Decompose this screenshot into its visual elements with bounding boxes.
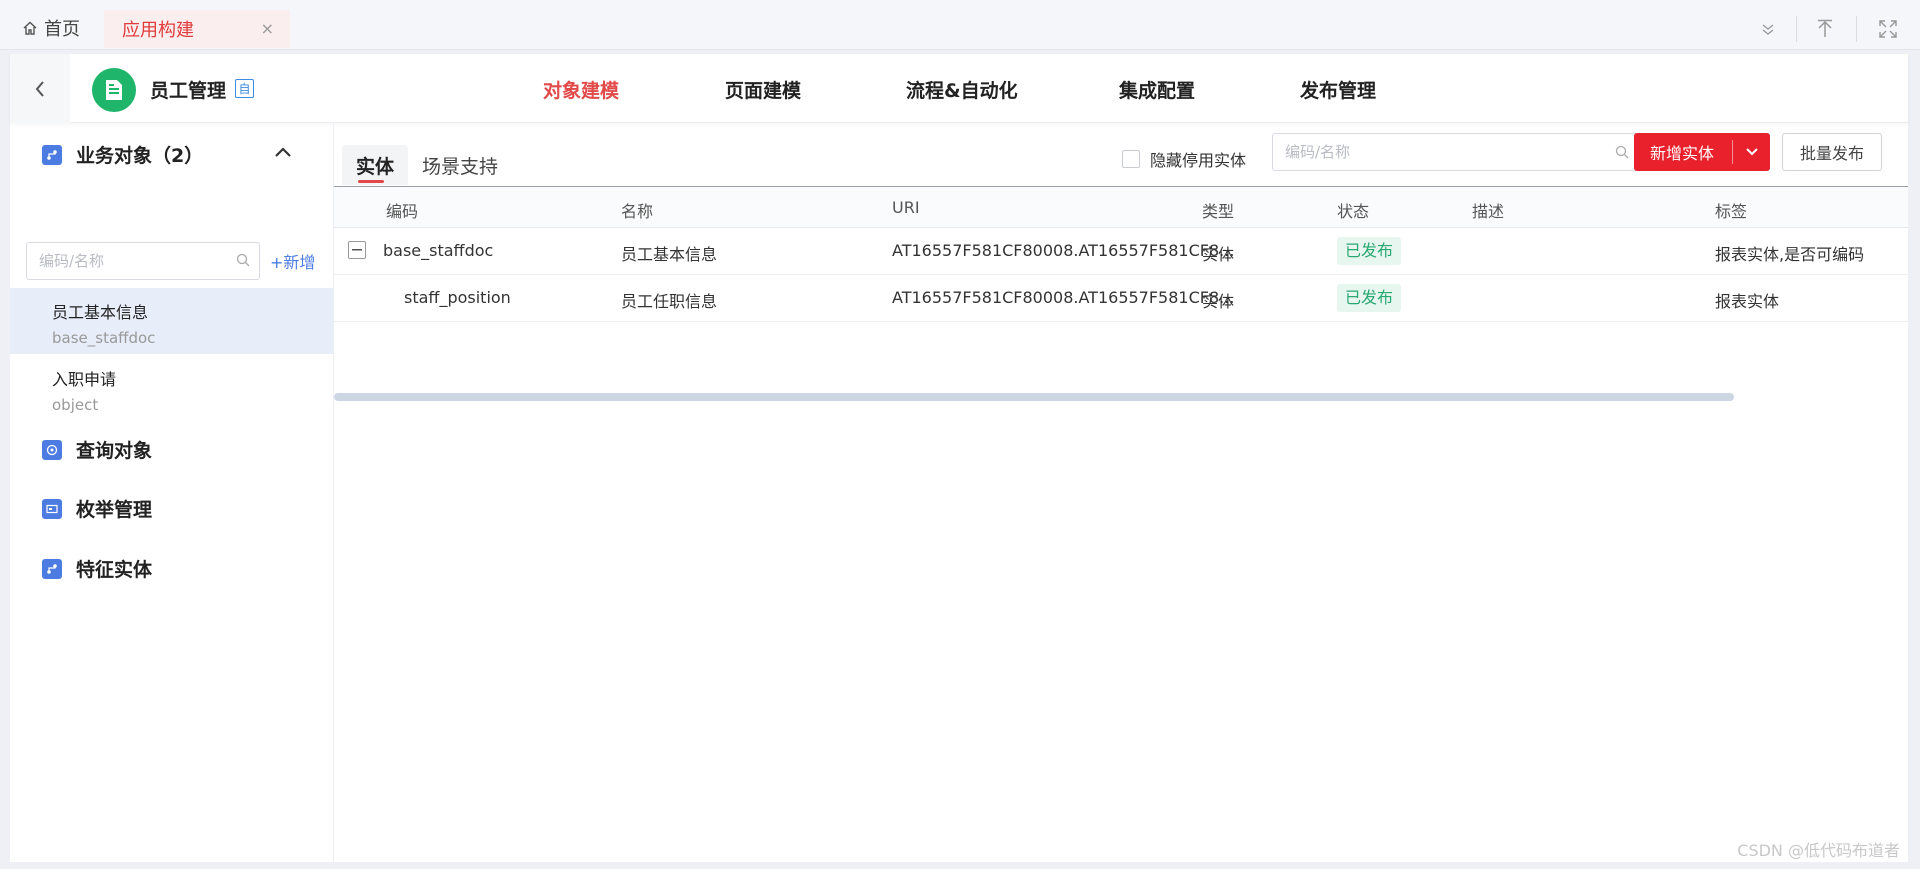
cell-uri: AT16557F581CF80008.AT16557F581CF8... — [892, 241, 1235, 260]
section-enum-management[interactable]: 枚举管理 — [42, 495, 152, 522]
nav-flow-automation[interactable]: 流程&自动化 — [906, 76, 1018, 103]
cell-type: 实体 — [1202, 245, 1235, 264]
search-placeholder: 编码/名称 — [1285, 143, 1351, 161]
home-icon — [23, 21, 37, 35]
section-query-label: 查询对象 — [76, 440, 153, 462]
search-icon — [236, 253, 250, 267]
sidebar-search-input[interactable]: 编码/名称 — [26, 242, 260, 280]
tab-app-build[interactable]: 应用构建 × — [104, 10, 290, 48]
add-entity-label: 新增实体 — [1650, 144, 1715, 163]
upload-icon[interactable] — [1816, 14, 1834, 44]
cell-name: 员工任职信息 — [621, 292, 718, 311]
sidebar-item-base-staffdoc[interactable]: 员工基本信息 base_staffdoc — [10, 288, 333, 354]
watermark: CSDN @低代码布道者 — [1737, 841, 1900, 860]
tab-app-label: 应用构建 — [122, 20, 194, 41]
collapse-row-icon[interactable] — [348, 241, 366, 259]
section-query-objects[interactable]: 查询对象 — [42, 436, 152, 463]
col-type: 类型 — [1202, 202, 1235, 221]
divider — [1856, 16, 1857, 42]
app-title: 员工管理 — [150, 80, 227, 102]
tab-entity[interactable]: 实体 — [342, 145, 409, 185]
sidebar-add-button[interactable]: +新增 — [270, 249, 315, 273]
cell-tags: 报表实体 — [1715, 292, 1780, 311]
status-badge: 已发布 — [1337, 284, 1402, 312]
search-icon — [1615, 145, 1629, 159]
batch-publish-button[interactable]: 批量发布 — [1782, 133, 1882, 171]
sidebar-item-code: object — [52, 396, 99, 414]
query-object-icon — [42, 439, 62, 460]
app-header: 员工管理 自 对象建模 页面建模 流程&自动化 集成配置 发布管理 — [10, 54, 1908, 123]
section-feature-entities[interactable]: 特征实体 — [42, 555, 152, 582]
hide-disabled-checkbox[interactable]: 隐藏停用实体 — [1122, 147, 1246, 171]
chevrons-down-icon[interactable] — [1760, 14, 1776, 44]
cell-uri: AT16557F581CF80008.AT16557F581CF8... — [892, 288, 1235, 307]
horizontal-scrollbar[interactable] — [334, 393, 1734, 401]
tab-home[interactable]: 首页 — [22, 9, 80, 47]
fullscreen-icon[interactable] — [1878, 14, 1898, 44]
main-card: 员工管理 自 对象建模 页面建模 流程&自动化 集成配置 发布管理 业务对象（2… — [10, 54, 1908, 862]
status-badge: 已发布 — [1337, 237, 1402, 265]
sidebar-add-label: 新增 — [283, 253, 316, 272]
cell-type: 实体 — [1202, 292, 1235, 311]
sidebar-item-object[interactable]: 入职申请 object — [10, 355, 333, 421]
sidebar-item-code: base_staffdoc — [52, 329, 156, 347]
table-row[interactable]: staff_position 员工任职信息 AT16557F581CF80008… — [334, 275, 1908, 322]
entity-search-input[interactable]: 编码/名称 — [1272, 133, 1640, 171]
chevron-up-icon[interactable] — [274, 143, 292, 162]
tab-bar: 首页 应用构建 × — [0, 0, 1920, 50]
app-badge: 自 — [235, 79, 254, 98]
nav-release-management[interactable]: 发布管理 — [1300, 76, 1376, 103]
back-button[interactable] — [10, 54, 70, 123]
tab-home-label: 首页 — [44, 19, 80, 40]
add-entity-button[interactable]: 新增实体 — [1634, 133, 1770, 171]
tab-scene-support[interactable]: 场景支持 — [422, 145, 498, 185]
col-code: 编码 — [386, 202, 419, 221]
app-logo — [92, 68, 136, 112]
enum-icon — [42, 498, 62, 519]
sidebar-item-name: 员工基本信息 — [52, 303, 149, 322]
cell-code[interactable]: staff_position — [404, 288, 511, 307]
section-business-label: 业务对象（2） — [76, 145, 204, 167]
chevron-left-icon — [35, 80, 44, 97]
table-header: 编码 名称 URI 类型 状态 描述 标签 — [334, 186, 1908, 228]
sidebar: 业务对象（2） 编码/名称 +新增 员工基本信息 base_staffdoc 入… — [10, 123, 334, 862]
content-area: 实体 场景支持 隐藏停用实体 编码/名称 新增实体 批量发布 编码 名称 URI… — [334, 123, 1908, 862]
hide-disabled-label: 隐藏停用实体 — [1150, 151, 1247, 170]
nav-page-modeling[interactable]: 页面建模 — [725, 76, 801, 103]
cell-code[interactable]: base_staffdoc — [383, 241, 493, 260]
plus-icon: + — [270, 253, 284, 272]
section-business-objects[interactable]: 业务对象（2） — [42, 141, 203, 168]
table-row[interactable]: base_staffdoc 员工基本信息 AT16557F581CF80008.… — [334, 228, 1908, 275]
nav-object-modeling[interactable]: 对象建模 — [543, 76, 619, 103]
business-object-icon — [42, 144, 62, 165]
col-uri: URI — [892, 198, 920, 217]
sidebar-item-name: 入职申请 — [52, 370, 117, 389]
col-status: 状态 — [1337, 202, 1370, 221]
divider — [1796, 16, 1797, 42]
cell-name: 员工基本信息 — [621, 245, 718, 264]
cell-tags: 报表实体,是否可编码 — [1715, 245, 1865, 264]
document-icon — [106, 80, 122, 100]
checkbox[interactable] — [1122, 150, 1140, 168]
section-feature-label: 特征实体 — [76, 559, 153, 581]
col-name: 名称 — [621, 202, 654, 221]
nav-integration-config[interactable]: 集成配置 — [1119, 76, 1195, 103]
chevron-down-icon[interactable] — [1733, 147, 1770, 157]
section-enum-label: 枚举管理 — [76, 499, 153, 521]
close-icon[interactable]: × — [261, 19, 274, 38]
entity-table: 编码 名称 URI 类型 状态 描述 标签 base_staffdoc 员工基本… — [334, 186, 1908, 322]
col-tags: 标签 — [1715, 202, 1748, 221]
col-desc: 描述 — [1472, 202, 1505, 221]
feature-entity-icon — [42, 558, 62, 579]
